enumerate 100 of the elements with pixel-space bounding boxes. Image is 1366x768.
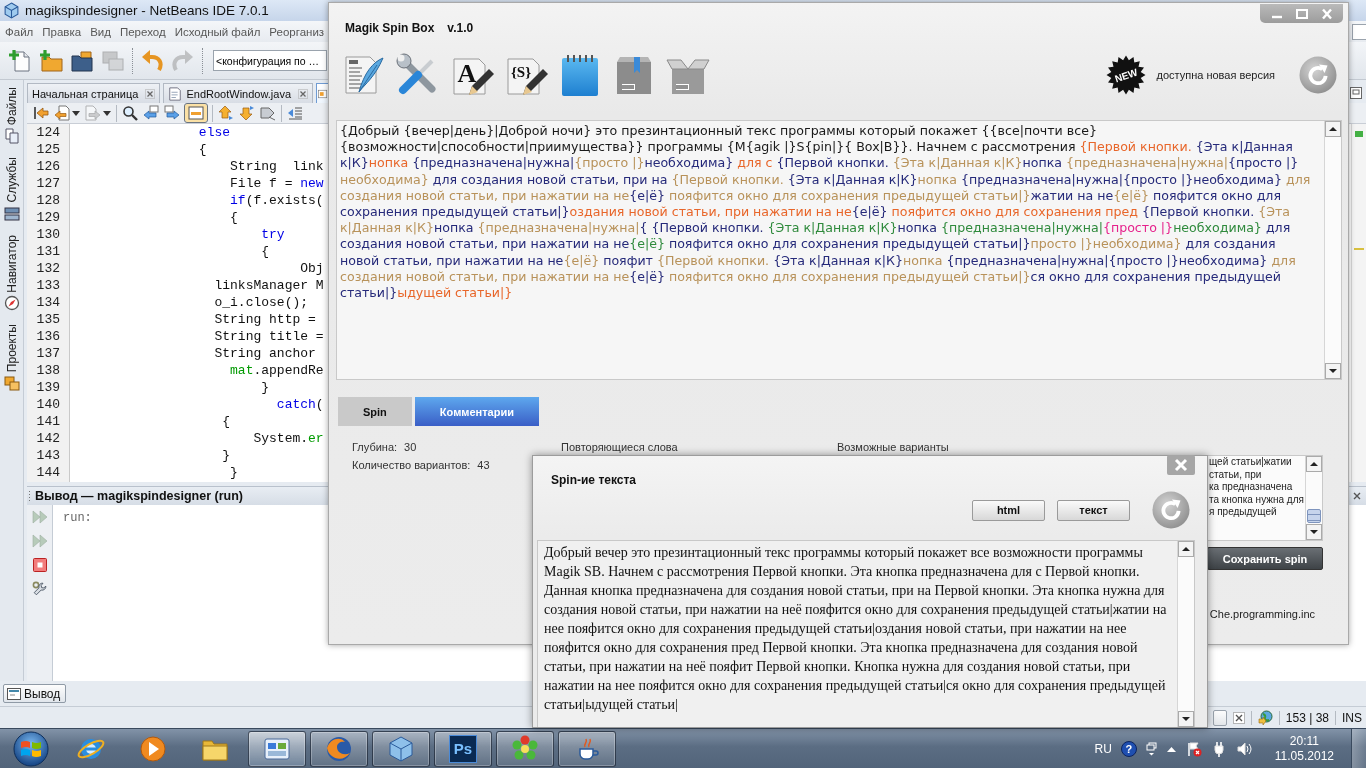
button-label: Вывод bbox=[24, 686, 61, 701]
tag-icon[interactable] bbox=[260, 105, 276, 121]
clock-date[interactable]: 11.05.2012 bbox=[1274, 748, 1334, 764]
line-number: 136 bbox=[35, 328, 60, 345]
line-number: 129 bbox=[35, 209, 60, 226]
scroll-thumb[interactable] bbox=[1307, 509, 1321, 523]
play-icon[interactable] bbox=[138, 733, 168, 764]
code-line: String link bbox=[230, 159, 324, 174]
new-starburst[interactable]: NEW bbox=[1106, 55, 1147, 95]
tab[interactable]: Spin bbox=[338, 397, 412, 426]
editor-tab[interactable]: EndRootWindow.java bbox=[163, 83, 313, 103]
insert-mode: INS bbox=[1342, 710, 1362, 725]
update-notice[interactable]: доступна новая версия bbox=[1156, 69, 1275, 81]
side-tab[interactable]: Файлы bbox=[3, 87, 20, 126]
window-list-icon[interactable] bbox=[1350, 87, 1362, 99]
menu-item[interactable]: Вид bbox=[90, 25, 111, 38]
language-indicator[interactable]: RU bbox=[1094, 741, 1112, 756]
folder-plus-icon[interactable] bbox=[39, 48, 63, 73]
undo-icon[interactable] bbox=[140, 48, 164, 73]
taskbar-button[interactable] bbox=[496, 730, 554, 767]
stat-label: Количество вариантов: bbox=[352, 458, 471, 472]
grip-icon[interactable] bbox=[28, 490, 31, 502]
close-icon[interactable] bbox=[1352, 491, 1362, 501]
result-text-field[interactable]: Добрый вечер это презинтационный текс программы который покажет все возможности программы Magik SB. Начнем с рассмотрения Первой кнопки. Эта кнопка предназначена для с Первой кнопки. Данная кнопка предназначена для создания новой статьи, при на Первой кнопки. Эта кнопка нужна для создания новой статьи, при нажатии на неё пояфится окно для сохранения предыдущей статьи|жатии на нее пояфится окно для сохранения предыдущей статьи|оздания новой статьи, при нажатии на нее пояфится окно для сохранения пред Первой кнопки. Эта кнопка предназначена для создания новой статьи, при нажатии на неё пояфит Первой кнопки. Кнопка нужна для создания новой статьи, при нажатии на нее пояфится окно для сохранения предыдущей статьи|ся окно для сохранения предыдущей статьи|ыдущей статьи| bbox=[537, 540, 1195, 727]
scrollbar[interactable] bbox=[1177, 541, 1194, 727]
left-arrow-icon[interactable] bbox=[143, 105, 159, 121]
documents-icon[interactable] bbox=[3, 128, 20, 145]
code-line: else bbox=[198, 125, 231, 140]
scrollbar[interactable] bbox=[1305, 456, 1322, 540]
configuration-dropdown[interactable]: <конфигурация по … bbox=[213, 50, 327, 71]
editor-tab[interactable]: Начальная страница bbox=[27, 83, 161, 103]
menu-item[interactable]: Реорганиз bbox=[269, 25, 325, 38]
boxes-icon[interactable] bbox=[3, 375, 20, 392]
document-quill-icon[interactable] bbox=[342, 53, 386, 97]
format-button[interactable]: html bbox=[972, 499, 1045, 521]
document-arrow-icon[interactable] bbox=[54, 105, 70, 121]
line-number: 144 bbox=[35, 464, 60, 481]
close-icon[interactable] bbox=[1319, 7, 1334, 20]
side-tab[interactable]: Службы bbox=[3, 157, 20, 203]
crossed-square-icon[interactable] bbox=[1232, 711, 1245, 724]
speaker-icon[interactable] bbox=[1235, 740, 1252, 757]
line-number: 133 bbox=[35, 277, 60, 294]
stop-icon[interactable] bbox=[31, 557, 48, 573]
format-button[interactable]: текст bbox=[1057, 499, 1130, 521]
menu-item[interactable]: Правка bbox=[42, 25, 82, 38]
dialog-title: Spin-ие текста bbox=[551, 473, 637, 487]
window-restore-icon[interactable] bbox=[1145, 741, 1157, 756]
variants-text-field[interactable]: щей статьи|жатии статьи, при ка предназначена та кнопка нужна для я предыдущей bbox=[1208, 455, 1323, 541]
folder-icon[interactable] bbox=[70, 48, 94, 73]
status-button[interactable] bbox=[1212, 709, 1227, 726]
show-desktop-button[interactable] bbox=[1351, 729, 1366, 768]
tab-label: EndRootWindow.java bbox=[186, 87, 291, 100]
scrollbar[interactable] bbox=[1324, 121, 1341, 379]
close-icon[interactable] bbox=[298, 88, 308, 99]
side-tab[interactable]: Проекты bbox=[3, 324, 20, 373]
code-line: { bbox=[222, 414, 231, 429]
stat-value: 43 bbox=[477, 458, 490, 472]
right-arrow-icon[interactable] bbox=[164, 105, 180, 121]
editor-tab[interactable] bbox=[316, 83, 328, 103]
stat-label: Глубина: bbox=[352, 440, 398, 454]
taskbar-button[interactable] bbox=[310, 730, 368, 767]
code-line: try bbox=[261, 227, 285, 242]
menu-item[interactable]: Файл bbox=[5, 25, 34, 38]
taskbar-button[interactable] bbox=[372, 730, 430, 767]
arrow-bar-icon[interactable] bbox=[33, 105, 49, 121]
refresh-icon[interactable] bbox=[1299, 56, 1337, 94]
code-line: if(f.exists( bbox=[230, 193, 324, 208]
line-number: 125 bbox=[35, 141, 60, 158]
panel-title: Вывод — magikspindesigner (run) bbox=[35, 489, 243, 503]
code-line: String title = bbox=[214, 329, 324, 344]
indent-left-icon[interactable] bbox=[287, 105, 303, 121]
taskbar-button[interactable]: Ps bbox=[434, 730, 492, 767]
search-icon[interactable] bbox=[122, 105, 138, 121]
flag-icon[interactable] bbox=[1185, 740, 1202, 757]
side-tab[interactable]: Навигатор bbox=[3, 234, 20, 293]
column-header: Повторяющиеся слова bbox=[561, 441, 678, 453]
line-number: 137 bbox=[35, 345, 60, 362]
menu-item[interactable]: Переход bbox=[119, 25, 166, 38]
minimized-window-button[interactable]: Вывод bbox=[3, 684, 67, 703]
document-plus-icon[interactable] bbox=[8, 48, 32, 73]
taskbar-button[interactable] bbox=[248, 730, 306, 767]
line-number: 143 bbox=[35, 447, 60, 464]
close-icon[interactable] bbox=[145, 88, 156, 99]
search-field[interactable] bbox=[1352, 23, 1366, 40]
line-number: 130 bbox=[35, 226, 60, 243]
server-icon[interactable] bbox=[3, 205, 20, 222]
tab[interactable]: Комментарии bbox=[414, 397, 539, 426]
menu-item[interactable]: Исходный файл bbox=[174, 25, 261, 38]
refresh-icon[interactable] bbox=[1152, 491, 1190, 529]
line-number: 128 bbox=[35, 192, 60, 209]
clock-time[interactable]: 20:11 bbox=[1289, 733, 1319, 749]
panel-bar-icon[interactable] bbox=[185, 104, 207, 122]
maximize-icon[interactable] bbox=[1294, 7, 1309, 20]
taskbar-button[interactable] bbox=[558, 730, 616, 767]
save-button[interactable]: Сохранить spin bbox=[1207, 547, 1323, 570]
source-text-field[interactable]: {Добрый {вечер|день}|Доброй ночи} это презинтационный текс программы который покажет {{все|почти все} {возможности|способности|приимущества}} программы {M{agik |}S{pin|}{ Box|B}}. Начнем с рассмотрения {Первой кнопки. {Эта к|Данная к|К}нопка {предназначена|нужна|{просто |}необходима} для с {Первой кнопки. {Эта к|Данная к|К}нопка {предназначена|нужна|{просто |} необходима} для создания новой статьи, при на {Первой кнопки. {Эта к|Данная к|К}нопка {предназначена|нужна|{просто |}необходима} для создания новой статьи, при нажатии на не{е|ё} пояфится окно для сохранения предыдущей статьи|}жатии на не{е|ё} пояфится окно для сохранения предыдущей статьи|}оздания новой статьи, при нажатии на не{е|ё} пояфится окно для сохранения пред {Первой кнопки. {Эта к|Данная к|К}нопка {предназначена|нужна|{ {Первой кнопки. {Эта к|Данная к|К}нопка {предназначена|нужна|{просто |}необходима} для создания новой статьи, при нажатии на не{е|ё} пояфится окно для сохранения предыдущей статьи|}просто |}необходима} для создания новой статьи, при нажатии на не{е|ё} пояфит {Первой кнопки. {Эта к|Данная к|К}нопка {предназначена|нужна|{просто |}необходима} для создания новой статьи, при нажатии на не{е|ё} пояфится окно для сохранения предыдущей статьи|}ся окно для сохранения предыдущей статьи|}ыдущей статьи|} bbox=[336, 120, 1342, 380]
wrench-icon[interactable] bbox=[31, 581, 48, 597]
help-icon[interactable]: ? bbox=[1120, 740, 1137, 757]
compass-icon[interactable] bbox=[3, 295, 20, 312]
letters-tile-icon[interactable]: Ps bbox=[449, 734, 477, 763]
